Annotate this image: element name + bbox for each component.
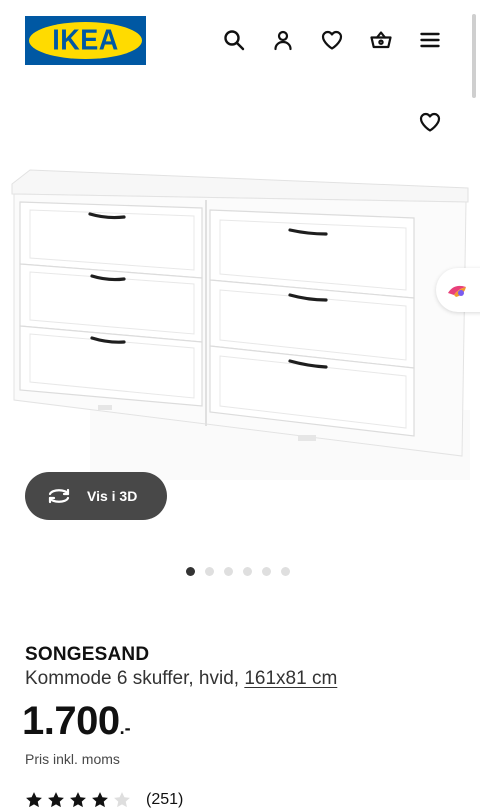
carousel-dot[interactable] — [186, 567, 195, 576]
view-in-3d-label: Vis i 3D — [87, 488, 138, 504]
carousel-dot[interactable] — [205, 567, 214, 576]
product-rating[interactable]: (251) — [24, 790, 183, 810]
star-icon-filled — [48, 792, 64, 808]
carousel-dot[interactable] — [281, 567, 290, 576]
star-icon-filled — [26, 792, 42, 808]
review-count: (251) — [146, 791, 184, 808]
star-icon-empty — [114, 792, 130, 808]
heart-icon[interactable] — [318, 26, 346, 54]
star-icon-filled — [70, 792, 86, 808]
product-image[interactable] — [0, 150, 480, 490]
product-price: 1.700 .- — [22, 698, 131, 744]
product-description-text: Kommode 6 skuffer, hvid, — [25, 668, 245, 689]
menu-icon[interactable] — [416, 26, 444, 54]
image-carousel-dots — [186, 567, 290, 576]
ikea-logo[interactable]: IKEA — [25, 16, 146, 65]
logo-text: IKEA — [52, 24, 119, 56]
product-description: Kommode 6 skuffer, hvid, 161x81 cm — [25, 668, 337, 690]
product-name: SONGESAND — [25, 644, 150, 665]
price-note: Pris inkl. moms — [25, 751, 120, 767]
search-icon[interactable] — [220, 26, 248, 54]
price-value: 1.700 — [22, 699, 120, 743]
carousel-dot[interactable] — [243, 567, 252, 576]
logo-oval: IKEA — [29, 22, 142, 59]
price-suffix: .- — [119, 718, 131, 738]
carousel-dot[interactable] — [262, 567, 271, 576]
user-icon[interactable] — [269, 26, 297, 54]
view-in-3d-button[interactable]: Vis i 3D — [25, 472, 167, 520]
product-size-link[interactable]: 161x81 cm — [244, 668, 337, 689]
carousel-dot[interactable] — [224, 567, 233, 576]
dresser-illustration — [11, 169, 470, 480]
rotate-3d-icon — [48, 488, 70, 504]
page-scrollbar[interactable] — [472, 14, 476, 98]
basket-icon[interactable] — [367, 26, 395, 54]
site-header: IKEA — [0, 0, 480, 80]
assistant-icon — [448, 285, 466, 297]
star-icon-filled — [92, 792, 108, 808]
add-to-favourites-heart-icon[interactable] — [416, 108, 444, 136]
assistant-chip[interactable] — [436, 268, 480, 312]
